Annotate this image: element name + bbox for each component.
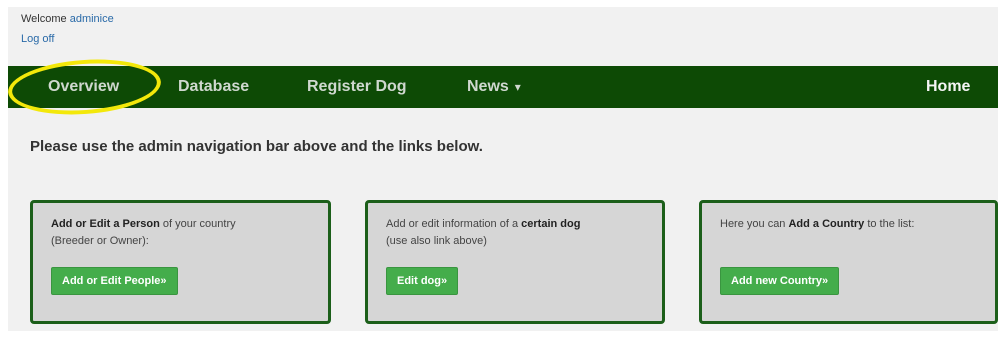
- username-link[interactable]: adminice: [70, 13, 114, 25]
- card-add-person: Add or Edit a Person of your country (Br…: [30, 200, 331, 324]
- card-text-prefix: Here you can: [720, 218, 789, 230]
- card-text-bold: certain dog: [521, 218, 581, 230]
- card-text-line2: (use also link above): [386, 235, 487, 247]
- edit-dog-button[interactable]: Edit dog»: [386, 267, 459, 295]
- nav-overview[interactable]: Overview: [48, 66, 119, 108]
- nav-news[interactable]: News ▾: [467, 66, 521, 108]
- card-text: Add or edit information of a certain dog…: [386, 216, 580, 250]
- card-edit-dog: Add or edit information of a certain dog…: [365, 200, 665, 324]
- page-content: Welcome adminice Log off Overview Databa…: [6, 7, 998, 331]
- card-text-line2: (Breeder or Owner):: [51, 235, 149, 247]
- admin-navbar: Overview Database Register Dog News ▾ Hom…: [8, 66, 998, 108]
- nav-register-dog[interactable]: Register Dog: [307, 66, 407, 108]
- add-new-country-button[interactable]: Add new Country»: [720, 267, 840, 295]
- nav-news-label: News: [467, 78, 509, 95]
- card-text: Add or Edit a Person of your country (Br…: [51, 216, 236, 250]
- nav-home[interactable]: Home: [926, 66, 970, 108]
- add-edit-people-button[interactable]: Add or Edit People»: [51, 267, 178, 295]
- page-intro: Please use the admin navigation bar abov…: [30, 138, 483, 155]
- card-text-bold: Add or Edit a Person: [51, 218, 160, 230]
- card-text-suffix: of your country: [159, 218, 236, 230]
- nav-database[interactable]: Database: [178, 66, 249, 108]
- card-text-suffix: to the list:: [864, 218, 915, 230]
- logoff-link[interactable]: Log off: [21, 33, 54, 45]
- card-text-bold: Add a Country: [788, 218, 865, 230]
- card-text-prefix: Add or edit information of a: [386, 218, 522, 230]
- welcome-prefix: Welcome: [21, 13, 67, 25]
- card-add-country: Here you can Add a Country to the list: …: [699, 200, 998, 324]
- card-text: Here you can Add a Country to the list:: [720, 216, 914, 233]
- welcome-message: Welcome adminice: [21, 13, 114, 26]
- chevron-down-icon: ▾: [514, 80, 521, 94]
